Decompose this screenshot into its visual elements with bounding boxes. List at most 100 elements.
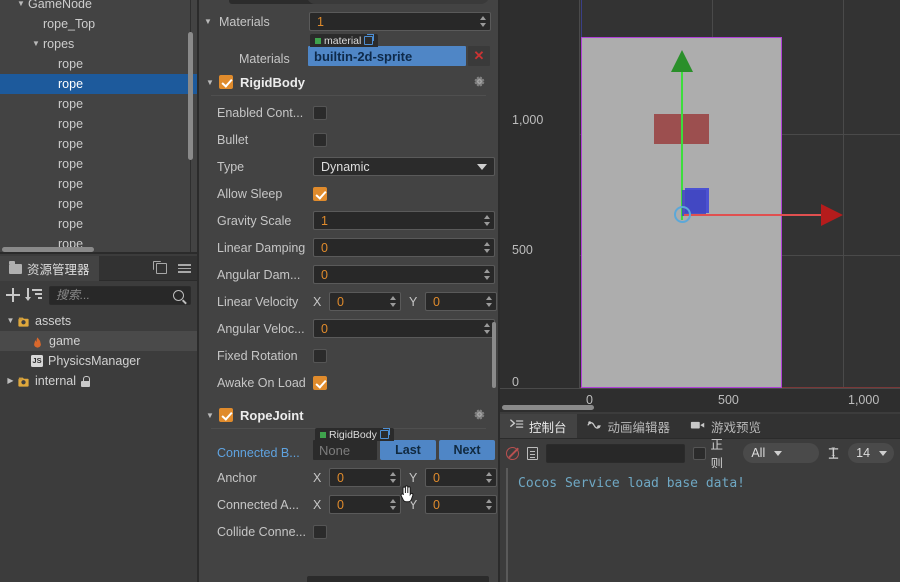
rigidbody-row-bullet: Bullet xyxy=(199,126,498,153)
rigidbody-field-linear-velocity-x-stepper[interactable] xyxy=(388,293,399,310)
rigidbody-checkbox-allow-sleep[interactable] xyxy=(313,186,327,201)
last-button[interactable]: Last xyxy=(380,440,436,460)
asset-search-input[interactable] xyxy=(56,288,170,302)
export-log-icon[interactable] xyxy=(527,446,538,460)
rigidbody-field-angular-dam-stepper[interactable] xyxy=(482,266,493,283)
ropejoint-field-anchor-y-stepper[interactable] xyxy=(484,469,495,486)
hierarchy-item-rope_top-1[interactable]: rope_Top xyxy=(0,14,197,34)
ropejoint-field-anchor-x-stepper[interactable] xyxy=(388,469,399,486)
panel-menu-icon[interactable] xyxy=(178,264,191,273)
rigidbody-field-angular-veloc[interactable]: 0 xyxy=(313,319,495,338)
ropejoint-field-connected-a-x[interactable]: 0 xyxy=(329,495,401,514)
twisty-icon[interactable]: ▼ xyxy=(29,34,43,54)
ropejoint-field-connected-a-y-stepper[interactable] xyxy=(484,496,495,513)
rigidbody-field-linear-velocity-x[interactable]: 0 xyxy=(329,292,401,311)
ropejoint-field-connected-a-x-stepper[interactable] xyxy=(388,496,399,513)
rigidbody-checkbox-bullet[interactable] xyxy=(313,132,327,147)
ropejoint-checkbox-collide-conne[interactable] xyxy=(313,524,327,539)
connected-body-field[interactable]: RigidBody None Last Next xyxy=(313,428,495,460)
open-asset-icon[interactable] xyxy=(364,34,375,45)
add-asset-icon[interactable] xyxy=(6,288,20,302)
hierarchy-item-rope-10[interactable]: rope xyxy=(0,194,197,214)
regex-label: 正则 xyxy=(710,438,723,471)
open-component-icon[interactable] xyxy=(379,428,390,439)
sort-assets-icon[interactable] xyxy=(25,288,42,302)
clear-console-icon[interactable] xyxy=(506,446,519,460)
twisty-icon[interactable]: ▼ xyxy=(4,311,17,331)
font-size-dropdown[interactable]: 14 xyxy=(848,443,894,463)
rigidbody-checkbox-awake-on-load[interactable] xyxy=(313,375,327,390)
materials-element-row: Materials material builtin-2d-sprite ✕ xyxy=(199,34,498,69)
console-icon xyxy=(510,418,524,434)
twisty-icon[interactable]: ▼ xyxy=(14,0,28,14)
ropejoint-component-header[interactable]: ▼ RopeJoint xyxy=(199,402,498,428)
inspector-panel: ▼ Materials 1 Materials material builtin… xyxy=(199,0,498,582)
tab-console[interactable]: 控制台 xyxy=(500,414,577,438)
tab-asset-manager[interactable]: 资源管理器 xyxy=(0,256,99,281)
gizmo-x-arrow[interactable] xyxy=(821,204,843,226)
hierarchy-panel[interactable]: ▼ GameNode rope_Top ▼ ropes rope rope rope rope r… xyxy=(0,0,197,254)
rigidbody-field-linear-damping-stepper[interactable] xyxy=(482,239,493,256)
materials-count-stepper[interactable] xyxy=(478,13,489,30)
hierarchy-item-rope-6[interactable]: rope xyxy=(0,114,197,134)
rigidbody-field-angular-dam[interactable]: 0 xyxy=(313,265,495,284)
hierarchy-item-rope-4[interactable]: rope xyxy=(0,74,197,94)
asset-item-internal[interactable]: ▶ internal xyxy=(0,371,197,391)
asset-tree[interactable]: ▼ assets game JS PhysicsManager ▶ internal xyxy=(0,309,197,391)
rigidbody-field-linear-damping[interactable]: 0 xyxy=(313,238,495,257)
asset-item-physicsmanager[interactable]: JS PhysicsManager xyxy=(0,351,197,371)
hierarchy-scrollbar-thumb[interactable] xyxy=(188,32,193,160)
console-filter-input[interactable] xyxy=(546,443,686,463)
hierarchy-item-rope-3[interactable]: rope xyxy=(0,54,197,74)
duplicate-panel-icon[interactable] xyxy=(153,261,167,274)
gizmo-pivot-icon[interactable] xyxy=(674,206,691,223)
connected-body-value[interactable]: None xyxy=(313,440,377,460)
gear-icon[interactable] xyxy=(473,408,486,421)
rigidbody-field-linear-velocity-y-stepper[interactable] xyxy=(484,293,495,310)
material-asset-field[interactable]: material builtin-2d-sprite ✕ xyxy=(308,34,490,66)
rigidbody-checkbox-fixed-rotation[interactable] xyxy=(313,348,327,363)
hierarchy-item-rope-11[interactable]: rope xyxy=(0,214,197,234)
hierarchy-item-rope-8[interactable]: rope xyxy=(0,154,197,174)
log-level-dropdown[interactable]: All xyxy=(743,443,820,463)
ropejoint-enabled-checkbox[interactable] xyxy=(219,408,233,422)
materials-collapse-caret[interactable]: ▼ xyxy=(204,17,217,26)
twisty-icon[interactable]: ▶ xyxy=(4,371,17,391)
hierarchy-item-rope-5[interactable]: rope xyxy=(0,94,197,114)
hierarchy-item-rope-7[interactable]: rope xyxy=(0,134,197,154)
inspector-scrollbar-thumb[interactable] xyxy=(492,322,496,388)
rigidbody-field-gravity-scale[interactable]: 1 xyxy=(313,211,495,230)
hierarchy-item-ropes-2[interactable]: ▼ ropes xyxy=(0,34,197,54)
scene-hscrollbar-thumb[interactable] xyxy=(502,405,594,410)
gear-icon[interactable] xyxy=(473,75,486,88)
gizmo-y-arrow[interactable] xyxy=(671,50,693,72)
hierarchy-item-rope-9[interactable]: rope xyxy=(0,174,197,194)
rigidbody-select-type[interactable]: Dynamic xyxy=(313,157,495,176)
console-log-area[interactable]: Cocos Service load base data! xyxy=(506,468,900,582)
rigidbody-field-gravity-scale-stepper[interactable] xyxy=(482,212,493,229)
folder-asset-icon xyxy=(17,375,30,388)
rigidbody-checkbox-enabled-cont[interactable] xyxy=(313,105,327,120)
asset-item-assets[interactable]: ▼ assets xyxy=(0,311,197,331)
rigidbody-field-linear-velocity-y[interactable]: 0 xyxy=(425,292,497,311)
ropejoint-collapse-caret[interactable]: ▼ xyxy=(206,411,219,420)
rigidbody-collapse-caret[interactable]: ▼ xyxy=(206,78,219,87)
materials-count-field[interactable]: 1 xyxy=(309,12,491,31)
clear-material-button[interactable]: ✕ xyxy=(468,46,490,66)
ropejoint-field-connected-a-y[interactable]: 0 xyxy=(425,495,497,514)
connected-body-label[interactable]: Connected B... xyxy=(217,446,313,460)
regex-checkbox[interactable] xyxy=(693,446,707,460)
hierarchy-item-gamenode-0[interactable]: ▼ GameNode xyxy=(0,0,197,14)
next-button[interactable]: Next xyxy=(439,440,495,460)
rigidbody-component-header[interactable]: ▼ RigidBody xyxy=(199,69,498,95)
material-asset-name[interactable]: builtin-2d-sprite xyxy=(308,46,466,66)
rigidbody-enabled-checkbox[interactable] xyxy=(219,75,233,89)
tab-animation-editor[interactable]: 动画编辑器 xyxy=(577,414,681,438)
regex-toggle[interactable]: 正则 xyxy=(693,434,735,472)
gizmo-x-axis[interactable] xyxy=(684,214,821,216)
asset-item-game[interactable]: game xyxy=(0,331,197,351)
asset-search-field[interactable] xyxy=(49,285,191,305)
scene-view[interactable]: 1,000 500 0 0 500 1,000 xyxy=(500,0,900,412)
ropejoint-field-anchor-y[interactable]: 0 xyxy=(425,468,497,487)
ropejoint-field-anchor-x[interactable]: 0 xyxy=(329,468,401,487)
